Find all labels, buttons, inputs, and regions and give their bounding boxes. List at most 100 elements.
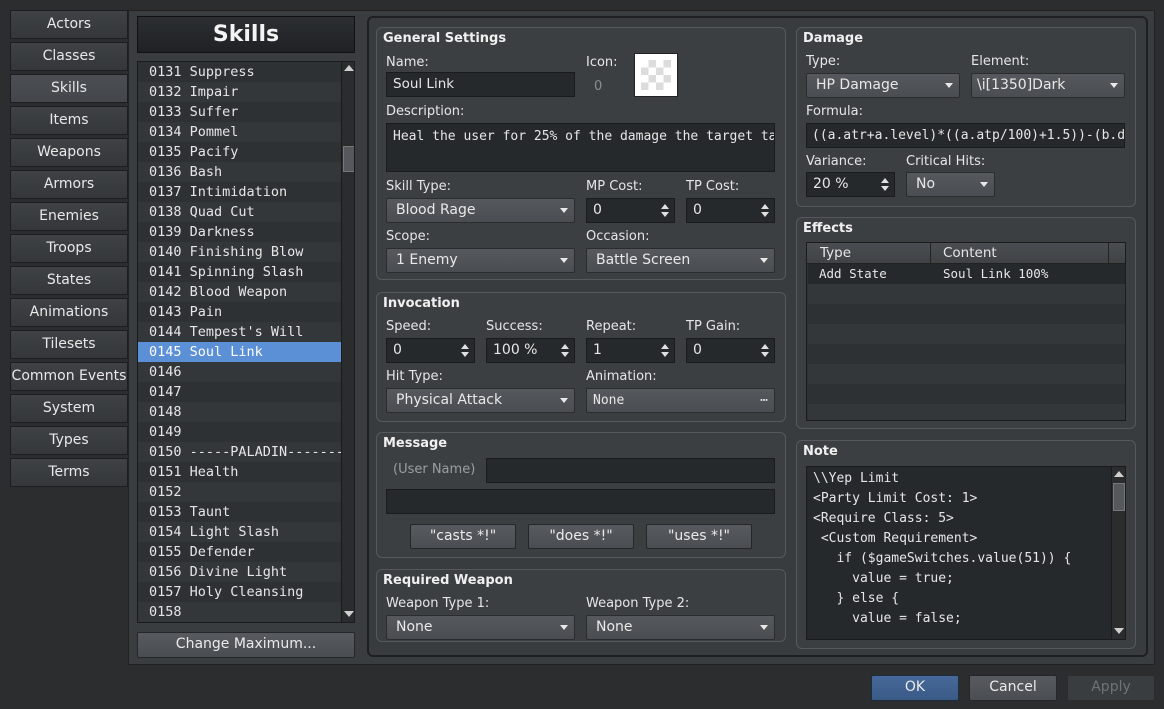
- skill-list-item[interactable]: 0140 Finishing Blow: [138, 242, 341, 262]
- skill-list-item[interactable]: 0146: [138, 362, 341, 382]
- table-row-empty[interactable]: [808, 384, 1125, 404]
- spin-up-icon[interactable]: [461, 344, 469, 349]
- skill-list-item[interactable]: 0135 Pacify: [138, 142, 341, 162]
- repeat-spinner[interactable]: 1: [586, 338, 675, 363]
- skill-list-item[interactable]: 0138 Quad Cut: [138, 202, 341, 222]
- spin-down-icon[interactable]: [461, 352, 469, 357]
- skill-list-item[interactable]: 0154 Light Slash: [138, 522, 341, 542]
- spin-down-icon[interactable]: [761, 212, 769, 217]
- scroll-up-icon[interactable]: [344, 65, 354, 71]
- skill-list-item[interactable]: 0136 Bash: [138, 162, 341, 182]
- skill-list-item[interactable]: 0141 Spinning Slash: [138, 262, 341, 282]
- spin-down-icon[interactable]: [661, 352, 669, 357]
- skill-list-item[interactable]: 0148: [138, 402, 341, 422]
- tab-animations[interactable]: Animations: [10, 298, 128, 327]
- change-maximum-button[interactable]: Change Maximum...: [137, 632, 355, 658]
- tab-tilesets[interactable]: Tilesets: [10, 330, 128, 359]
- tp-cost-spinner[interactable]: 0: [686, 198, 775, 223]
- formula-field[interactable]: ((a.atr+a.level)*((a.atp/100)+1.5))-(b.d…: [806, 123, 1125, 148]
- tab-states[interactable]: States: [10, 266, 128, 295]
- skill-list-item[interactable]: 0133 Suffer: [138, 102, 341, 122]
- name-field[interactable]: Soul Link: [386, 72, 575, 97]
- effects-table[interactable]: Type Content Add State Soul Link 100%: [806, 242, 1126, 421]
- animation-picker[interactable]: None ⋯: [586, 388, 775, 413]
- note-textarea[interactable]: \\Yep Limit <Party Limit Cost: 1> <Requi…: [806, 466, 1126, 640]
- tab-common-events[interactable]: Common Events: [10, 362, 128, 391]
- tab-enemies[interactable]: Enemies: [10, 202, 128, 231]
- skill-list-item[interactable]: 0143 Pain: [138, 302, 341, 322]
- scope-select[interactable]: 1 Enemy: [386, 248, 575, 273]
- table-row-empty[interactable]: [808, 404, 1125, 420]
- table-row[interactable]: Add State Soul Link 100%: [808, 264, 1125, 284]
- tab-actors[interactable]: Actors: [10, 10, 128, 39]
- hit-type-select[interactable]: Physical Attack: [386, 388, 575, 413]
- skill-list-item[interactable]: 0137 Intimidation: [138, 182, 341, 202]
- skill-list-item[interactable]: 0139 Darkness: [138, 222, 341, 242]
- tab-weapons[interactable]: Weapons: [10, 138, 128, 167]
- skill-list-item[interactable]: 0153 Taunt: [138, 502, 341, 522]
- message-line2-field[interactable]: [386, 489, 775, 514]
- occasion-select[interactable]: Battle Screen: [586, 248, 775, 273]
- tab-types[interactable]: Types: [10, 426, 128, 455]
- skill-list-item[interactable]: 0147: [138, 382, 341, 402]
- does-button[interactable]: "does *!": [528, 524, 634, 549]
- effects-col-content[interactable]: Content: [931, 243, 1109, 264]
- damage-type-select[interactable]: HP Damage: [806, 73, 960, 98]
- scroll-down-icon[interactable]: [1114, 628, 1124, 634]
- variance-spinner[interactable]: 20 %: [806, 172, 895, 197]
- spin-down-icon[interactable]: [661, 212, 669, 217]
- description-field[interactable]: Heal the user for 25% of the damage the …: [386, 123, 775, 172]
- table-row-empty[interactable]: [808, 364, 1125, 384]
- skill-type-select[interactable]: Blood Rage: [386, 198, 575, 223]
- skill-list-item[interactable]: 0151 Health: [138, 462, 341, 482]
- table-row-empty[interactable]: [808, 344, 1125, 364]
- weapon-type2-select[interactable]: None: [586, 615, 775, 640]
- tab-terms[interactable]: Terms: [10, 458, 128, 487]
- table-row-empty[interactable]: [808, 324, 1125, 344]
- spin-up-icon[interactable]: [881, 178, 889, 183]
- critical-hits-select[interactable]: No: [906, 172, 995, 197]
- uses-button[interactable]: "uses *!": [646, 524, 752, 549]
- ellipsis-icon[interactable]: ⋯: [760, 389, 768, 412]
- spin-up-icon[interactable]: [661, 204, 669, 209]
- scrollbar[interactable]: [341, 62, 354, 622]
- spin-down-icon[interactable]: [761, 352, 769, 357]
- spin-up-icon[interactable]: [561, 344, 569, 349]
- tab-system[interactable]: System: [10, 394, 128, 423]
- weapon-type1-select[interactable]: None: [386, 615, 575, 640]
- skill-list-item[interactable]: 0155 Defender: [138, 542, 341, 562]
- casts-button[interactable]: "casts *!": [410, 524, 516, 549]
- effects-col-type[interactable]: Type: [807, 243, 931, 264]
- tab-armors[interactable]: Armors: [10, 170, 128, 199]
- speed-spinner[interactable]: 0: [386, 338, 475, 363]
- skills-list[interactable]: 0131 Suppress 0132 Impair 0133 Suffer 0134 …: [137, 61, 355, 623]
- table-row-empty[interactable]: [808, 284, 1125, 304]
- success-spinner[interactable]: 100 %: [486, 338, 575, 363]
- skill-list-item[interactable]: 0157 Holy Cleansing: [138, 582, 341, 602]
- mp-cost-spinner[interactable]: 0: [586, 198, 675, 223]
- skill-list-item[interactable]: 0145 Soul Link: [138, 342, 341, 362]
- message-line1-field[interactable]: [486, 458, 775, 483]
- tab-classes[interactable]: Classes: [10, 42, 128, 71]
- ok-button[interactable]: OK: [871, 675, 959, 701]
- spin-up-icon[interactable]: [661, 344, 669, 349]
- cancel-button[interactable]: Cancel: [969, 675, 1057, 701]
- scrollbar-thumb[interactable]: [343, 146, 354, 172]
- spin-down-icon[interactable]: [881, 186, 889, 191]
- tab-troops[interactable]: Troops: [10, 234, 128, 263]
- element-select[interactable]: \i[1350]Dark: [971, 73, 1125, 98]
- scrollbar-thumb[interactable]: [1113, 483, 1125, 511]
- scroll-down-icon[interactable]: [344, 611, 354, 617]
- skill-list-item[interactable]: 0156 Divine Light: [138, 562, 341, 582]
- spin-up-icon[interactable]: [761, 204, 769, 209]
- tp-gain-spinner[interactable]: 0: [686, 338, 775, 363]
- skill-list-item[interactable]: 0149: [138, 422, 341, 442]
- skill-list-item[interactable]: 0158: [138, 602, 341, 622]
- skill-list-item[interactable]: 0134 Pommel: [138, 122, 341, 142]
- icon-picker[interactable]: [634, 53, 678, 97]
- spin-down-icon[interactable]: [561, 352, 569, 357]
- skill-list-item[interactable]: 0152: [138, 482, 341, 502]
- tab-skills[interactable]: Skills: [10, 74, 128, 103]
- tab-items[interactable]: Items: [10, 106, 128, 135]
- skill-list-item[interactable]: 0144 Tempest's Will: [138, 322, 341, 342]
